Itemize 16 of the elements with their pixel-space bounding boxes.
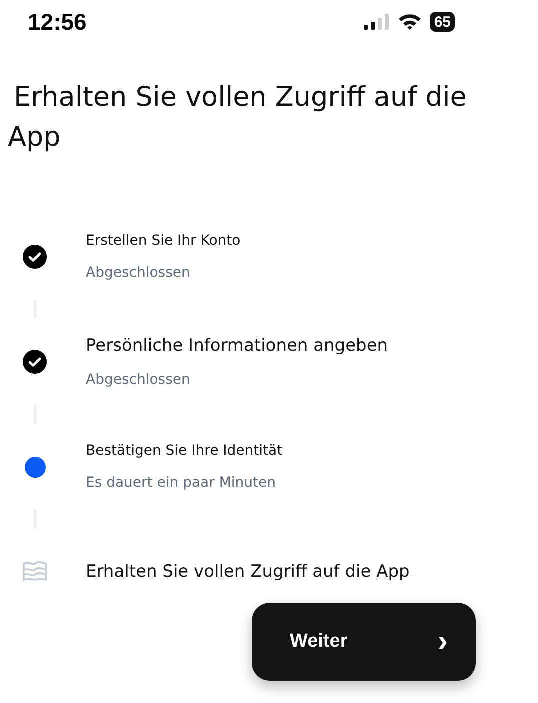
wifi-icon (398, 13, 422, 31)
progress-dot (24, 456, 46, 478)
step-title: Bestätigen Sie Ihre Identität (86, 443, 284, 459)
step-title: Persönliche Informationen angeben (86, 336, 390, 356)
step-title: Erstellen Sie Ihr Konto (86, 233, 242, 249)
page-title: Erhalten Sie vollen Zugriff auf die App (8, 81, 468, 155)
step-status: Es dauert ein paar Minuten (86, 475, 278, 491)
continue-button[interactable]: Weiter › (252, 603, 476, 681)
step-status: Abgeschlossen (86, 372, 192, 388)
checkmark-icon (23, 350, 47, 374)
battery-level: 65 (430, 12, 455, 32)
step-status: Abgeschlossen (86, 265, 192, 281)
step-title: Erhalten Sie vollen Zugriff auf die App (86, 562, 411, 582)
signal-icon (364, 14, 390, 30)
checkmark-icon (23, 245, 47, 269)
status-time: 12:56 (28, 8, 87, 36)
